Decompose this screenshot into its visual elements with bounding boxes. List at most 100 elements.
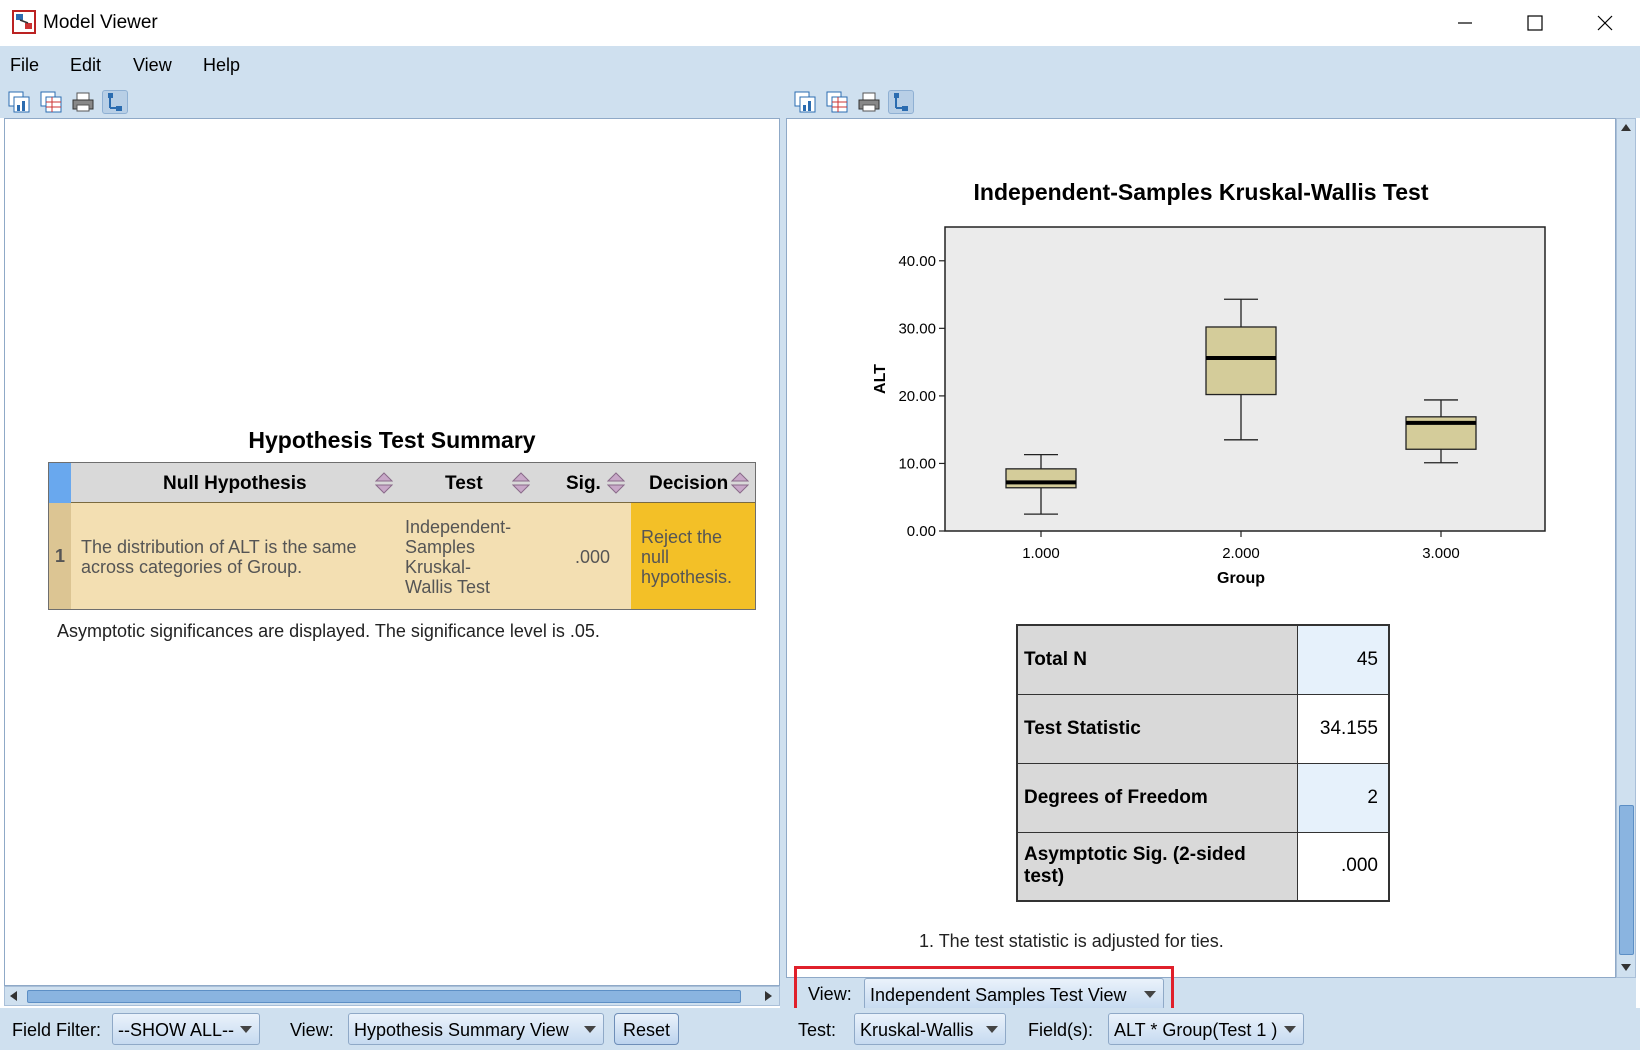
table-header: Null Hypothesis Test Sig. Decision (49, 463, 755, 503)
y-axis-label: ALT (872, 364, 889, 394)
row-number: 1 (49, 503, 71, 609)
left-toolbar (0, 86, 780, 118)
left-view-value: Hypothesis Summary View (354, 1020, 569, 1040)
test-statistic-value: 34.155 (1296, 693, 1390, 764)
right-bottom-bar: Test: Kruskal-Wallis Field(s): ALT * Gro… (786, 1008, 1640, 1050)
y-tick-label: 20.00 (898, 388, 936, 405)
header-null-hypothesis[interactable]: Null Hypothesis (163, 473, 307, 495)
header-decision[interactable]: Decision (649, 473, 728, 495)
header-sig[interactable]: Sig. (566, 473, 601, 495)
total-n-value: 45 (1296, 624, 1390, 695)
print-icon[interactable] (856, 90, 882, 114)
copy-table-icon[interactable] (824, 90, 850, 114)
fields-label: Field(s): (1028, 1020, 1094, 1040)
close-icon[interactable] (1570, 0, 1640, 46)
menu-view[interactable]: View (133, 55, 172, 76)
y-tick-label: 30.00 (898, 320, 936, 337)
table-row[interactable]: 1 The distribution of ALT is the same ac… (49, 503, 755, 609)
test-statistic-label: Test Statistic (1016, 693, 1298, 764)
sort-icon[interactable] (512, 471, 530, 495)
maximize-icon[interactable] (1500, 0, 1570, 46)
scroll-down-icon[interactable] (1620, 961, 1632, 973)
box-iqr (1205, 326, 1277, 396)
vertical-scrollbar[interactable] (1616, 118, 1636, 978)
y-tick-label: 40.00 (898, 253, 936, 270)
chevron-down-icon (986, 1026, 998, 1033)
scroll-thumb[interactable] (27, 990, 741, 1003)
y-tick-label: 10.00 (898, 455, 936, 472)
stats-row: Degrees of Freedom 2 (1016, 762, 1390, 833)
hypothesis-summary-pane[interactable]: Hypothesis Test Summary Null Hypothesis … (4, 118, 780, 986)
tree-icon[interactable] (888, 90, 914, 114)
asymptotic-sig-label: Asymptotic Sig. (2-sided test) (1016, 831, 1298, 902)
model-viewer-app-icon (12, 10, 36, 34)
total-n-label: Total N (1016, 624, 1298, 695)
stats-row: Test Statistic 34.155 (1016, 693, 1390, 764)
copy-table-icon[interactable] (38, 90, 64, 114)
header-test[interactable]: Test (445, 473, 483, 495)
scroll-up-icon[interactable] (1620, 122, 1632, 134)
stats-row: Total N 45 (1016, 624, 1390, 695)
tree-icon[interactable] (102, 90, 128, 114)
chevron-down-icon (584, 1026, 596, 1033)
test-dropdown[interactable]: Kruskal-Wallis (854, 1013, 1006, 1045)
hypothesis-line: across categories of Group. (81, 557, 303, 577)
right-toolbar (786, 86, 1640, 118)
fields-dropdown[interactable]: ALT * Group(Test 1 ) (1108, 1013, 1304, 1045)
field-filter-dropdown[interactable]: --SHOW ALL-- (112, 1013, 260, 1045)
y-tick-label: 0.00 (907, 523, 936, 540)
test-dropdown-value: Kruskal-Wallis (860, 1020, 974, 1040)
copy-chart-icon[interactable] (6, 90, 32, 114)
hypothesis-table: Null Hypothesis Test Sig. Decision 1 The… (48, 462, 756, 610)
degrees-of-freedom-label: Degrees of Freedom (1016, 762, 1298, 833)
print-icon[interactable] (70, 90, 96, 114)
menu-file[interactable]: File (10, 55, 39, 76)
left-bottom-bar: Field Filter: --SHOW ALL-- View: Hypothe… (0, 1008, 780, 1050)
hypothesis-cell: The distribution of ALT is the same acro… (81, 537, 356, 577)
field-filter-label: Field Filter: (12, 1020, 102, 1040)
fields-dropdown-value: ALT * Group(Test 1 ) (1114, 1020, 1278, 1040)
reset-button[interactable]: Reset (614, 1013, 680, 1045)
menu-help[interactable]: Help (203, 55, 240, 76)
box-iqr (1005, 468, 1077, 489)
significance-footnote: Asymptotic significances are displayed. … (57, 621, 600, 641)
hypothesis-line: The distribution of ALT is the same (81, 537, 357, 557)
view-label: View: (290, 1020, 334, 1040)
decision-line: Reject the (641, 527, 723, 547)
degrees-of-freedom-value: 2 (1296, 762, 1390, 833)
horizontal-scrollbar[interactable] (4, 986, 780, 1006)
field-filter-value: --SHOW ALL-- (118, 1020, 235, 1040)
stats-row: Asymptotic Sig. (2-sided test) .000 (1016, 831, 1390, 902)
sort-icon[interactable] (731, 471, 749, 495)
decision-cell: Reject the null hypothesis. (631, 503, 755, 609)
left-view-dropdown[interactable]: Hypothesis Summary View (348, 1013, 604, 1045)
window-title: Model Viewer (43, 12, 158, 33)
test-label: Test: (798, 1020, 837, 1040)
test-cell: Independent- Samples Kruskal- Wallis Tes… (405, 517, 511, 597)
menu-edit[interactable]: Edit (70, 55, 101, 76)
scroll-left-icon[interactable] (8, 990, 20, 1002)
title-bar: Model Viewer (0, 0, 1640, 46)
test-line: Kruskal- (405, 557, 472, 577)
x-tick-label: 3.000 (1422, 545, 1460, 562)
decision-line: hypothesis. (641, 567, 733, 587)
asymptotic-sig-value: .000 (1296, 831, 1390, 902)
x-tick-label: 2.000 (1222, 545, 1260, 562)
test-view-pane[interactable]: Independent-Samples Kruskal-Wallis Test … (786, 118, 1616, 978)
copy-chart-icon[interactable] (792, 90, 818, 114)
decision-text: Reject the null hypothesis. (641, 527, 732, 587)
minimize-icon[interactable] (1430, 0, 1500, 46)
test-line: Wallis Test (405, 577, 491, 597)
chevron-down-icon (1284, 1026, 1296, 1033)
x-axis-label: Group (1217, 570, 1265, 587)
sort-icon[interactable] (375, 471, 393, 495)
decision-line: null (641, 547, 670, 567)
sort-icon[interactable] (607, 471, 625, 495)
test-stats-table: Total N 45 Test Statistic 34.155 Degrees… (1016, 624, 1390, 902)
x-tick-label: 1.000 (1022, 545, 1060, 562)
scroll-right-icon[interactable] (762, 990, 774, 1002)
chevron-down-icon (240, 1026, 252, 1033)
hypothesis-summary-title: Hypothesis Test Summary (248, 427, 536, 453)
menu-bar: File Edit View Help (0, 46, 1640, 86)
scroll-thumb[interactable] (1619, 805, 1634, 955)
